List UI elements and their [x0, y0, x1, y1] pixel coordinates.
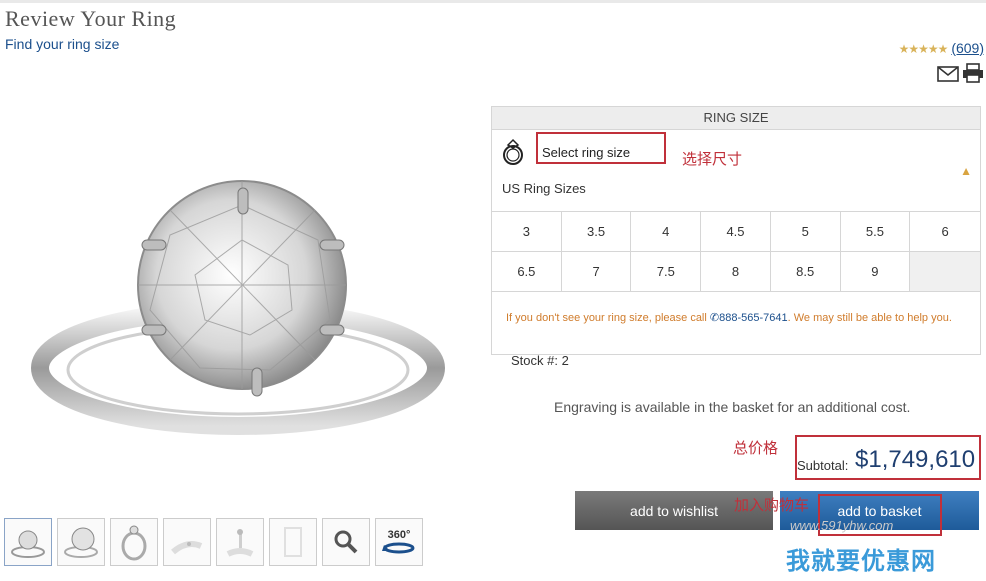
help-text-suffix: . We may still be able to help you.: [787, 312, 952, 324]
size-option[interactable]: 7.5: [631, 252, 702, 292]
rotate-360-thumbnail[interactable]: 360°: [375, 518, 423, 566]
size-grid: 3 3.5 4 4.5 5 5.5 6 6.5 7 7.5 8 8.5 9: [492, 211, 980, 292]
size-option[interactable]: 3: [492, 212, 562, 252]
rating-stars: ★★★★★: [898, 42, 949, 56]
zoom-thumbnail[interactable]: [322, 518, 370, 566]
subtotal-label: Subtotal:: [797, 458, 849, 473]
thumbnail-1[interactable]: [4, 518, 52, 566]
rating[interactable]: ★★★★★ (609): [899, 40, 984, 56]
print-icon[interactable]: [962, 63, 984, 83]
phone-link[interactable]: ✆888-565-7641: [710, 312, 788, 324]
help-text-prefix: If you don't see your ring size, please …: [506, 312, 710, 324]
watermark-url: www.591yhw.com: [790, 518, 894, 533]
size-option[interactable]: 6: [910, 212, 980, 252]
size-option[interactable]: 3.5: [561, 212, 632, 252]
size-option[interactable]: 4: [631, 212, 702, 252]
search-icon: [334, 530, 358, 554]
size-option[interactable]: 4.5: [701, 212, 771, 252]
size-option[interactable]: 5: [770, 212, 841, 252]
thumbnail-6[interactable]: [269, 518, 317, 566]
phone-number: 888-565-7641: [719, 312, 788, 324]
phone-icon: ✆: [709, 312, 720, 324]
us-ring-sizes-label: US Ring Sizes: [502, 181, 586, 196]
ring-size-header: RING SIZE: [492, 107, 980, 130]
thumbnail-5[interactable]: [216, 518, 264, 566]
ring-size-help: If you don't see your ring size, please …: [506, 311, 966, 326]
find-ring-size-link[interactable]: Find your ring size: [5, 36, 119, 52]
page-title: Review Your Ring: [5, 6, 177, 31]
empty-size-cell: [910, 252, 980, 292]
thumbnail-3[interactable]: [110, 518, 158, 566]
engraving-note: Engraving is available in the basket for…: [554, 399, 911, 415]
ring-size-panel: RING SIZE Select ring size ▲ US Ring Siz…: [491, 106, 981, 355]
stock-number: Stock #: 2: [511, 353, 569, 368]
ring-icon: [503, 138, 523, 165]
rotate-360-icon: [382, 542, 415, 554]
select-size-annotation: 选择尺寸: [682, 151, 743, 168]
add-to-cart-annotation: 加入购物车: [734, 497, 810, 514]
review-count-link[interactable]: (609): [951, 40, 984, 56]
watermark-logo: 我就要优惠网: [786, 548, 936, 575]
size-option[interactable]: 6.5: [492, 252, 562, 292]
size-option[interactable]: 9: [840, 252, 911, 292]
thumbnail-strip: 360°: [4, 518, 423, 566]
ring-product-image: [31, 180, 445, 435]
top-divider: [0, 0, 986, 3]
rotate-label: 360°: [387, 529, 411, 541]
thumbnail-2[interactable]: [57, 518, 105, 566]
size-option[interactable]: 8.5: [770, 252, 841, 292]
size-option[interactable]: 5.5: [840, 212, 911, 252]
collapse-caret-icon[interactable]: ▲: [960, 164, 972, 178]
total-price-annotation: 总价格: [733, 440, 779, 457]
thumbnail-4[interactable]: [163, 518, 211, 566]
size-option[interactable]: 7: [561, 252, 632, 292]
email-icon[interactable]: [937, 63, 959, 83]
size-option[interactable]: 8: [701, 252, 771, 292]
ring-size-select[interactable]: Select ring size: [536, 132, 666, 164]
subtotal-value: $1,749,610: [855, 446, 976, 473]
